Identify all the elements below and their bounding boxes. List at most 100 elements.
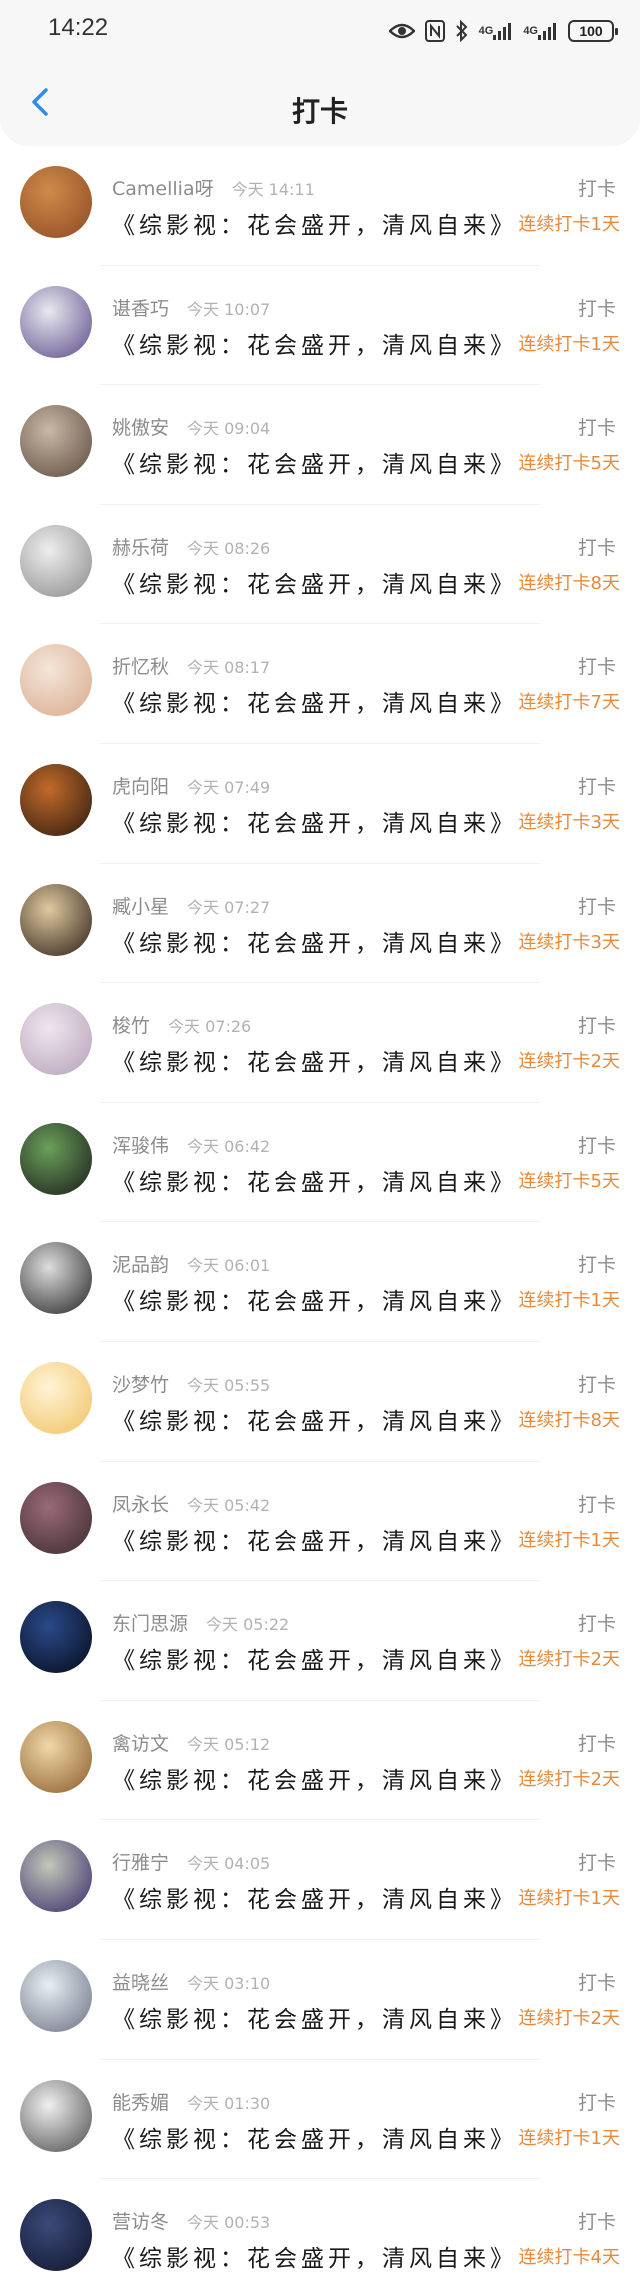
streak-label: 连续打卡8天 (518, 1409, 620, 1431)
list-item[interactable]: 赫乐荷 今天 08:26 《综影视：花会盛开，清风自来》 打卡 连续打卡8天 (0, 505, 640, 625)
avatar[interactable] (20, 883, 92, 956)
book-title[interactable]: 《综影视：花会盛开，清风自来》 (112, 2239, 517, 2273)
user-name[interactable]: 虎向阳 今天 07:49 (112, 772, 270, 799)
signal-icon: 4G (479, 18, 514, 44)
book-title[interactable]: 《综影视：花会盛开，清风自来》 (112, 1163, 517, 1197)
avatar[interactable] (20, 2199, 92, 2272)
avatar[interactable] (20, 405, 92, 478)
book-title[interactable]: 《综影视：花会盛开，清风自来》 (112, 2120, 517, 2154)
list-item[interactable]: 沙梦竹 今天 05:55 《综影视：花会盛开，清风自来》 打卡 连续打卡8天 (0, 1342, 640, 1462)
user-name-text: 梭竹 (112, 1015, 151, 1038)
user-name[interactable]: 沙梦竹 今天 05:55 (112, 1370, 270, 1397)
user-name[interactable]: 浑骏伟 今天 06:42 (112, 1131, 270, 1158)
checkin-time: 今天 07:49 (187, 777, 271, 797)
list-item[interactable]: 谌香巧 今天 10:07 《综影视：花会盛开，清风自来》 打卡 连续打卡1天 (0, 266, 640, 386)
avatar[interactable] (20, 1720, 92, 1793)
user-name[interactable]: 泥品韵 今天 06:01 (112, 1250, 270, 1277)
user-name[interactable]: Camellia呀 今天 14:11 (112, 174, 315, 201)
avatar[interactable] (20, 1361, 92, 1434)
book-title[interactable]: 《综影视：花会盛开，清风自来》 (112, 1761, 517, 1795)
book-title[interactable]: 《综影视：花会盛开，清风自来》 (112, 1522, 517, 1556)
avatar[interactable] (20, 1003, 92, 1076)
checkin-time: 今天 00:53 (187, 2213, 271, 2233)
book-title[interactable]: 《综影视：花会盛开，清风自来》 (112, 804, 517, 838)
book-title[interactable]: 《综影视：花会盛开，清风自来》 (112, 2000, 517, 2034)
streak-label: 连续打卡1天 (518, 1290, 620, 1312)
checkin-time: 今天 05:12 (187, 1734, 271, 1754)
user-name[interactable]: 姚傲安 今天 09:04 (112, 413, 270, 440)
user-name-text: 益晓丝 (112, 1971, 170, 1994)
book-title[interactable]: 《综影视：花会盛开，清风自来》 (112, 1641, 517, 1675)
streak-label: 连续打卡1天 (518, 1888, 620, 1910)
signal-icon-2: 4G (523, 18, 558, 44)
avatar[interactable] (20, 1601, 92, 1674)
list-item[interactable]: 营访冬 今天 00:53 《综影视：花会盛开，清风自来》 打卡连续打卡4天 (0, 2179, 640, 2289)
list-item[interactable]: 臧小星 今天 07:27 《综影视：花会盛开，清风自来》 打卡 连续打卡3天 (0, 864, 640, 984)
book-title[interactable]: 《综影视：花会盛开，清风自来》 (112, 684, 517, 718)
book-title[interactable]: 《综影视：花会盛开，清风自来》 (112, 1043, 517, 1077)
streak-label: 连续打卡8天 (518, 572, 620, 594)
checkin-list: Camellia呀 今天 14:11 《综影视：花会盛开，清风自来》 打卡 连续打卡1天… (0, 146, 640, 2289)
avatar[interactable] (20, 2079, 92, 2152)
user-name-text: 营访冬 (112, 2211, 170, 2234)
avatar[interactable] (20, 1242, 92, 1315)
avatar[interactable] (20, 763, 92, 836)
checkin-label: 打卡 (577, 2211, 616, 2234)
book-title[interactable]: 《综影视：花会盛开，清风自来》 (112, 445, 517, 479)
user-name[interactable]: 谌香巧 今天 10:07 (112, 294, 270, 321)
book-title[interactable]: 《综影视：花会盛开，清风自来》 (112, 1402, 517, 1436)
user-name[interactable]: 折忆秋 今天 08:17 (112, 652, 270, 679)
user-name[interactable]: 行雅宁 今天 04:05 (112, 1848, 270, 1875)
list-item[interactable]: 梭竹 今天 07:26 《综影视：花会盛开，清风自来》 打卡 连续打卡2天 (0, 983, 640, 1103)
avatar[interactable] (20, 1481, 92, 1554)
checkin-time: 今天 04:05 (187, 1854, 271, 1874)
user-name[interactable]: 赫乐荷 今天 08:26 (112, 533, 270, 560)
user-name[interactable]: 禽访文 今天 05:12 (112, 1729, 270, 1756)
avatar[interactable] (20, 1840, 92, 1913)
checkin-label: 打卡 (577, 1613, 616, 1636)
checkin-label: 打卡 (577, 2091, 616, 2114)
checkin-time: 今天 01:30 (187, 2093, 271, 2113)
checkin-time: 今天 08:17 (187, 658, 271, 678)
book-title[interactable]: 《综影视：花会盛开，清风自来》 (112, 206, 517, 240)
list-item[interactable]: 能秀媚 今天 01:30 《综影视：花会盛开，清风自来》 打卡 连续打卡1天 (0, 2060, 640, 2180)
list-item[interactable]: 东门思源 今天 05:22 《综影视：花会盛开，清风自来》 打卡 连续打卡2天 (0, 1581, 640, 1701)
avatar[interactable] (20, 285, 92, 358)
checkin-label: 打卡 (577, 1852, 616, 1875)
avatar[interactable] (20, 524, 92, 597)
avatar[interactable] (20, 1122, 92, 1195)
user-name[interactable]: 营访冬 今天 00:53 (112, 2207, 270, 2234)
book-title[interactable]: 《综影视：花会盛开，清风自来》 (112, 326, 517, 360)
user-name-text: 姚傲安 (112, 417, 170, 440)
user-name[interactable]: 凤永长 今天 05:42 (112, 1490, 270, 1517)
user-name[interactable]: 臧小星 今天 07:27 (112, 892, 270, 919)
user-name-text: 东门思源 (112, 1613, 189, 1636)
status-bar: 14:22 4G 4G 100 (0, 0, 640, 62)
avatar[interactable] (20, 1959, 92, 2032)
list-item[interactable]: 折忆秋 今天 08:17 《综影视：花会盛开，清风自来》 打卡 连续打卡7天 (0, 624, 640, 744)
list-item[interactable]: 姚傲安 今天 09:04 《综影视：花会盛开，清风自来》 打卡 连续打卡5天 (0, 385, 640, 505)
avatar[interactable] (20, 644, 92, 717)
user-name[interactable]: 东门思源 今天 05:22 (112, 1609, 289, 1636)
list-item[interactable]: 虎向阳 今天 07:49 《综影视：花会盛开，清风自来》 打卡 连续打卡3天 (0, 744, 640, 864)
user-name[interactable]: 梭竹 今天 07:26 (112, 1011, 251, 1038)
list-item[interactable]: Camellia呀 今天 14:11 《综影视：花会盛开，清风自来》 打卡 连续打卡1天 (0, 146, 640, 266)
list-item[interactable]: 禽访文 今天 05:12 《综影视：花会盛开，清风自来》 打卡 连续打卡2天 (0, 1701, 640, 1821)
user-name[interactable]: 益晓丝 今天 03:10 (112, 1968, 270, 1995)
checkin-label: 打卡 (577, 656, 616, 679)
list-item[interactable]: 行雅宁 今天 04:05 《综影视：花会盛开，清风自来》 打卡连续打卡1天 (0, 1820, 640, 1940)
book-title[interactable]: 《综影视：花会盛开，清风自来》 (112, 1282, 517, 1316)
list-item[interactable]: 泥品韵 今天 06:01 《综影视：花会盛开，清风自来》 打卡 连续打卡1天 (0, 1222, 640, 1342)
user-name[interactable]: 能秀媚 今天 01:30 (112, 2088, 270, 2115)
list-item[interactable]: 益晓丝 今天 03:10 《综影视：花会盛开，清风自来》 打卡 连续打卡2天 (0, 1940, 640, 2060)
list-item[interactable]: 凤永长 今天 05:42 《综影视：花会盛开，清风自来》 打卡 连续打卡1天 (0, 1462, 640, 1582)
book-title[interactable]: 《综影视：花会盛开，清风自来》 (112, 1880, 517, 1914)
book-title[interactable]: 《综影视：花会盛开，清风自来》 (112, 924, 517, 958)
avatar[interactable] (20, 166, 92, 238)
book-title[interactable]: 《综影视：花会盛开，清风自来》 (112, 565, 517, 599)
checkin-label: 打卡 (577, 1134, 616, 1157)
checkin-time: 今天 06:42 (187, 1136, 271, 1156)
streak-label: 连续打卡3天 (518, 931, 620, 953)
list-item[interactable]: 浑骏伟 今天 06:42 《综影视：花会盛开，清风自来》 打卡 连续打卡5天 (0, 1103, 640, 1223)
streak-label: 连续打卡4天 (518, 2247, 620, 2269)
